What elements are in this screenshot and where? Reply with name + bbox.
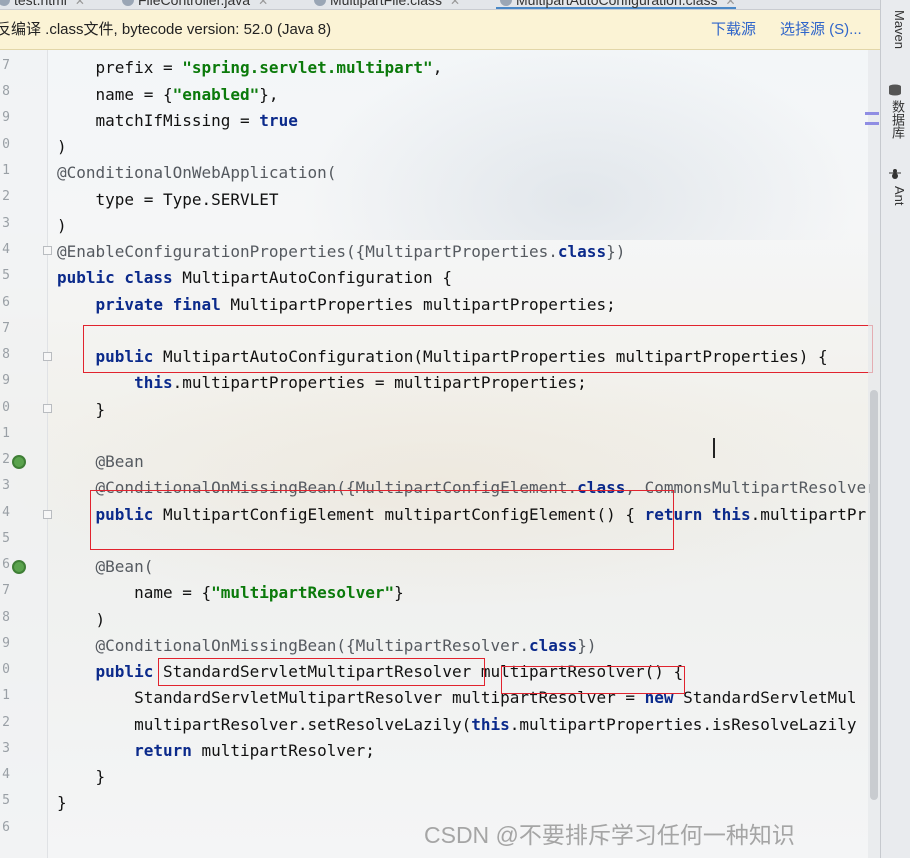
tab-multipartautoconfiguration[interactable]: MultipartAutoConfiguration.class ✕ (496, 0, 736, 9)
error-stripe-marker[interactable] (865, 122, 879, 125)
tab-test-html[interactable]: test.html ✕ (0, 0, 85, 9)
code-editor[interactable]: 7 8 9 0 1 2 3 4 5 6 7 8 9 0 1 2 3 4 5 6 … (0, 50, 880, 858)
vertical-scrollbar[interactable] (868, 50, 880, 858)
code-line: prefix = "spring.servlet.multipart", (57, 58, 443, 77)
fold-marker-icon[interactable] (43, 510, 52, 519)
code-line: public class MultipartAutoConfiguration … (57, 268, 452, 287)
line-number: 3 (2, 741, 10, 756)
spring-bean-icon[interactable] (12, 455, 26, 469)
line-number: 2 (2, 452, 10, 467)
spring-bean-icon[interactable] (12, 560, 26, 574)
line-number: 3 (2, 478, 10, 493)
code-line: return multipartResolver; (57, 741, 375, 760)
line-number: 5 (2, 531, 10, 546)
line-number: 1 (2, 688, 10, 703)
code-line: @ConditionalOnWebApplication( (57, 163, 337, 182)
ant-icon (889, 169, 901, 179)
code-line: public MultipartAutoConfiguration(Multip… (57, 347, 828, 366)
line-number: 2 (2, 715, 10, 730)
line-number: 8 (2, 84, 10, 99)
line-number: 4 (2, 767, 10, 782)
fold-marker-icon[interactable] (43, 352, 52, 361)
code-line: private final MultipartProperties multip… (57, 295, 616, 314)
tab-filecontroller[interactable]: FileController.java ✕ (118, 0, 268, 9)
choose-sources-link[interactable]: 选择源 (S)... (780, 10, 862, 50)
line-number: 0 (2, 137, 10, 152)
line-number: 1 (2, 426, 10, 441)
code-line: this.multipartProperties = multipartProp… (57, 373, 587, 392)
code-line: public MultipartConfigElement multipartC… (57, 505, 867, 524)
code-line: } (57, 793, 67, 812)
code-line: multipartResolver.setResolveLazily(this.… (57, 715, 857, 734)
html-file-icon (0, 0, 10, 6)
line-number: 8 (2, 347, 10, 362)
line-number: 4 (2, 242, 10, 257)
download-sources-link[interactable]: 下载源 (711, 10, 756, 50)
database-icon (889, 84, 901, 96)
text-cursor (713, 438, 720, 458)
close-icon[interactable]: ✕ (258, 0, 268, 8)
tab-multipartfile[interactable]: MultipartFile.class ✕ (310, 0, 460, 9)
line-number: 4 (2, 505, 10, 520)
line-number: 2 (2, 189, 10, 204)
line-number: 6 (2, 820, 10, 835)
code-line: name = {"enabled"}, (57, 85, 279, 104)
code-line: name = {"multipartResolver"} (57, 583, 404, 602)
line-number: 7 (2, 583, 10, 598)
watermark-text: CSDN @不要排斥学习任何一种知识 (424, 822, 795, 848)
interface-icon (314, 0, 326, 6)
close-icon[interactable]: ✕ (75, 0, 85, 8)
code-line: @Bean( (57, 557, 154, 576)
line-number: 9 (2, 636, 10, 651)
line-number: 9 (2, 373, 10, 388)
line-number: 3 (2, 216, 10, 231)
line-number: 7 (2, 58, 10, 73)
decompiled-message: 反编译 .class文件, bytecode version: 52.0 (Ja… (0, 21, 332, 38)
class-file-icon (500, 0, 512, 6)
error-stripe-marker[interactable] (865, 112, 879, 115)
decompiled-notice-banner: 反编译 .class文件, bytecode version: 52.0 (Ja… (0, 10, 880, 50)
fold-marker-icon[interactable] (43, 404, 52, 413)
line-number: 5 (2, 268, 10, 283)
close-icon[interactable]: ✕ (726, 0, 736, 8)
line-number: 8 (2, 610, 10, 625)
code-line: } (57, 400, 106, 419)
database-tool-button[interactable]: 数据库 (885, 100, 907, 139)
code-line: ) (57, 137, 67, 156)
code-line: @EnableConfigurationProperties({Multipar… (57, 242, 626, 261)
fold-marker-icon[interactable] (43, 246, 52, 255)
line-number: 7 (2, 321, 10, 336)
line-number-gutter: 7 8 9 0 1 2 3 4 5 6 7 8 9 0 1 2 3 4 5 6 … (0, 50, 52, 858)
line-number: 9 (2, 110, 10, 125)
right-tool-window-bar: Maven 数据库 Ant (880, 0, 910, 858)
code-line: @ConditionalOnMissingBean({MultipartConf… (57, 478, 876, 497)
line-number: 1 (2, 163, 10, 178)
scrollbar-thumb[interactable] (870, 390, 878, 800)
java-class-icon (122, 0, 134, 6)
code-line: StandardServletMultipartResolver multipa… (57, 688, 857, 707)
code-line: } (57, 767, 106, 786)
line-number: 0 (2, 662, 10, 677)
line-number: 0 (2, 400, 10, 415)
code-line: @ConditionalOnMissingBean({MultipartReso… (57, 636, 597, 655)
editor-tab-bar: test.html ✕ FileController.java ✕ Multipar… (0, 0, 880, 10)
ant-tool-button[interactable]: Ant (885, 186, 907, 206)
code-line: matchIfMissing = true (57, 111, 298, 130)
code-line: public StandardServletMultipartResolver … (57, 662, 684, 681)
line-number: 6 (2, 295, 10, 310)
code-line: @Bean (57, 452, 144, 471)
line-number: 5 (2, 793, 10, 808)
code-line: ) (57, 216, 67, 235)
code-line: type = Type.SERVLET (57, 190, 279, 209)
maven-tool-button[interactable]: Maven (885, 10, 907, 49)
line-number: 6 (2, 557, 10, 572)
code-line: ) (57, 610, 106, 629)
close-icon[interactable]: ✕ (450, 0, 460, 8)
